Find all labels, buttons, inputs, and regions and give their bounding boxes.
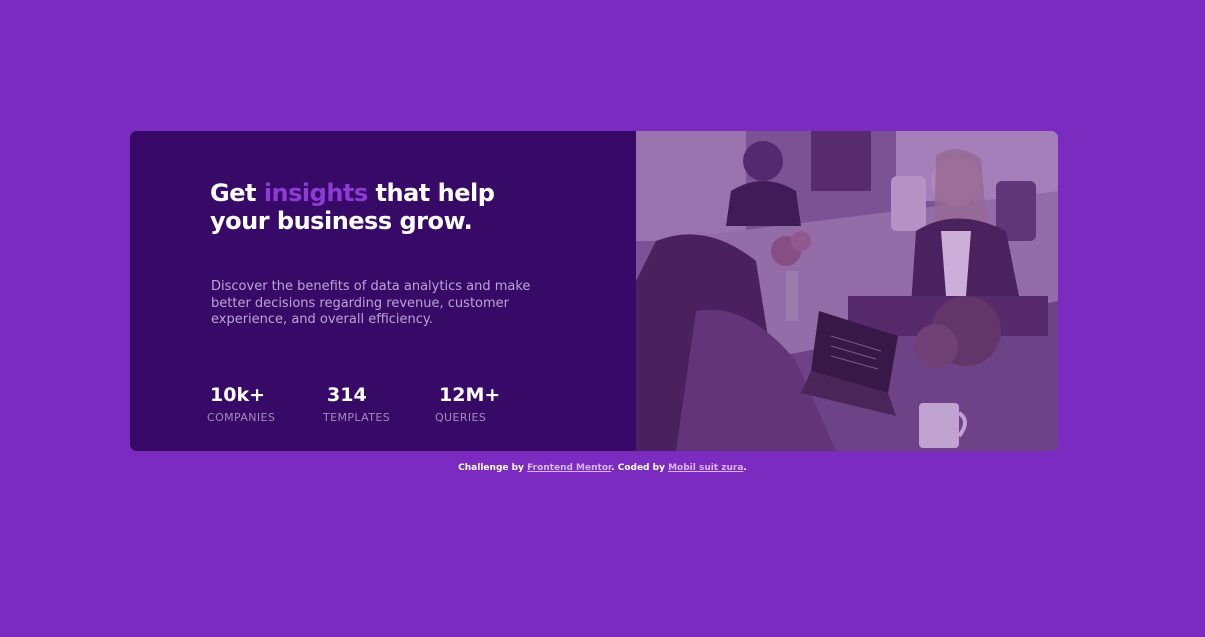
attribution-prefix: Challenge by [458,463,528,473]
office-photo [636,131,1058,451]
attribution-middle: . Coded by [611,463,669,473]
stat-label: QUERIES [435,411,487,424]
stat-value: 12M+ [439,384,501,406]
stat-value: 10k+ [210,384,265,406]
stat-label: TEMPLATES [323,411,391,424]
stat-value: 314 [327,384,367,406]
stat-templates: 314 TEMPLATES [323,384,390,424]
card-text-panel: Get insights that help your business gro… [130,131,636,451]
photo-purple-overlay [636,131,1058,451]
attribution: Challenge by Frontend Mentor. Coded by M… [0,463,1205,473]
headline: Get insights that help your business gro… [210,179,540,235]
stats-preview-card: Get insights that help your business gro… [130,131,1058,451]
stat-label: COMPANIES [207,411,276,424]
frontend-mentor-link[interactable]: Frontend Mentor [527,463,611,473]
description: Discover the benefits of data analytics … [211,279,531,327]
headline-accent: insights [263,179,368,207]
author-link[interactable]: Mobil suit zura [668,463,743,473]
headline-start: Get [210,179,264,207]
stat-companies: 10k+ COMPANIES [207,384,275,424]
stat-queries: 12M+ QUERIES [435,384,500,424]
attribution-suffix: . [743,463,747,473]
